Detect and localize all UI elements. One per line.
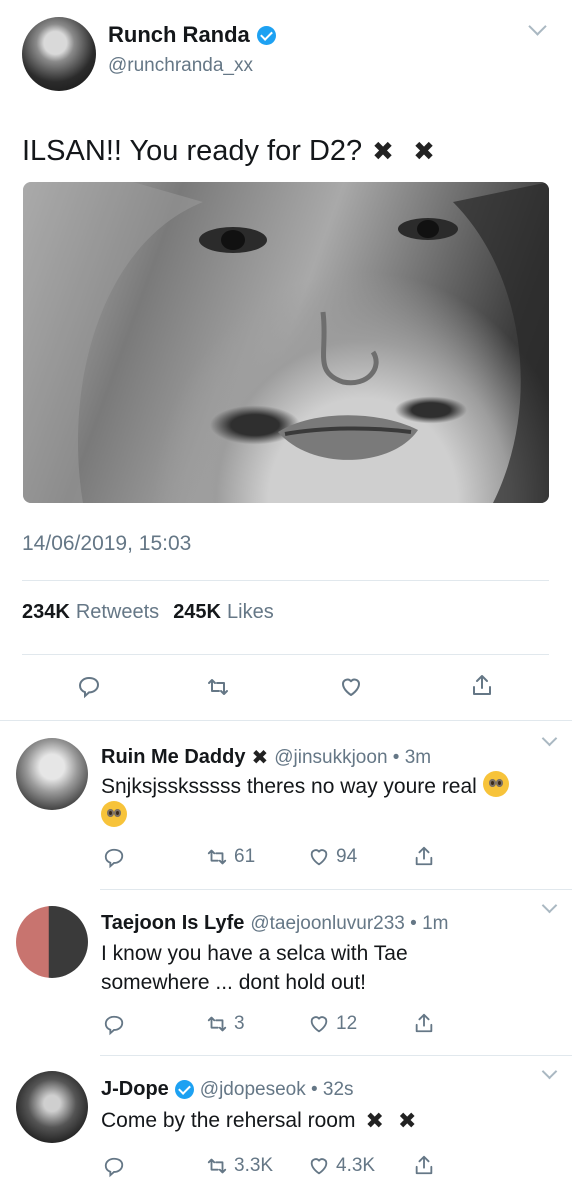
pleading-face-emoji-icon: [482, 771, 509, 797]
reply-header: Ruin Me Daddy ✖ @jinsukkjoon • 3m: [101, 745, 431, 770]
avatar[interactable]: [16, 738, 88, 810]
share-button[interactable]: [413, 845, 435, 867]
share-icon: [473, 675, 491, 695]
reply-button[interactable]: [103, 1014, 125, 1036]
likes-count: 245K: [173, 601, 221, 623]
chevron-down-icon[interactable]: [541, 1063, 558, 1080]
like-button[interactable]: 12: [308, 1013, 357, 1035]
like-button[interactable]: 4.3K: [308, 1155, 375, 1177]
divider: [100, 889, 572, 890]
reply-icon: [104, 848, 124, 869]
chevron-down-icon[interactable]: [528, 17, 547, 36]
retweet-icon: [206, 1155, 228, 1177]
share-icon: [415, 1013, 433, 1033]
tweet-photo[interactable]: [23, 182, 549, 503]
likes-label: Likes: [227, 601, 274, 623]
retweet-icon: [206, 1013, 228, 1035]
tweet-text-body: ILSAN!! You ready for D2?: [22, 135, 363, 167]
chevron-down-icon[interactable]: [541, 897, 558, 914]
reply-handle-time: @taejoonluvur233 • 1m: [250, 912, 449, 934]
retweet-button[interactable]: 61: [206, 846, 255, 868]
reply-handle-time: @jinsukkjoon • 3m: [274, 746, 432, 768]
reply-text: Snjksjssksssss theres no way youre real: [101, 771, 546, 831]
reply-header: J-Dope @jdopeseok • 32s: [101, 1078, 354, 1101]
heart-icon: [308, 846, 330, 868]
tweet-stats: 234K Retweets 245K Likes: [22, 601, 274, 624]
like-count: 12: [336, 1013, 358, 1034]
like-count: 4.3K: [336, 1155, 376, 1176]
tweet-text-emoji: ✖ ✖: [372, 136, 441, 166]
chevron-down-icon[interactable]: [541, 730, 558, 747]
heart-icon: [308, 1155, 330, 1177]
like-button[interactable]: 94: [308, 846, 357, 868]
retweet-button[interactable]: [206, 675, 230, 699]
share-icon: [415, 846, 433, 866]
reply-text-emoji: ✖ ✖: [365, 1108, 421, 1133]
avatar[interactable]: [16, 906, 88, 978]
share-button[interactable]: [413, 1012, 435, 1034]
retweet-count: 3.3K: [234, 1155, 274, 1176]
reply-button[interactable]: [103, 847, 125, 869]
retweet-icon: [208, 679, 228, 695]
reply-text-body: Come by the rehersal room: [101, 1109, 356, 1132]
share-button[interactable]: [413, 1154, 435, 1176]
reply-text-body: Snjksjssksssss theres no way youre real: [101, 775, 477, 798]
author-display-name: Runch Randa: [108, 22, 250, 47]
retweet-button[interactable]: 3.3K: [206, 1155, 273, 1177]
pleading-face-emoji-icon: [101, 801, 127, 827]
heart-icon: [342, 678, 360, 696]
author-avatar[interactable]: [22, 17, 96, 91]
reply-handle-time: @jdopeseok • 32s: [199, 1078, 354, 1100]
reply-author-name[interactable]: J-Dope: [101, 1078, 169, 1101]
reply-icon: [78, 676, 100, 699]
share-button[interactable]: [470, 673, 494, 697]
retweets-stat[interactable]: 234K Retweets: [22, 601, 159, 624]
reply-button[interactable]: [103, 1156, 125, 1178]
retweets-count: 234K: [22, 601, 70, 623]
retweet-button[interactable]: 3: [206, 1013, 245, 1035]
divider: [0, 720, 572, 721]
reply-header: Taejoon Is Lyfe @taejoonluvur233 • 1m: [101, 912, 448, 935]
tweet-timestamp: 14/06/2019, 15:03: [22, 532, 192, 555]
retweets-label: Retweets: [75, 601, 160, 623]
divider: [100, 1055, 572, 1056]
like-count: 94: [336, 846, 358, 867]
like-button[interactable]: [339, 675, 363, 699]
tweet-text: ILSAN!! You ready for D2? ✖ ✖: [22, 135, 441, 168]
retweet-count: 3: [234, 1013, 245, 1034]
verified-badge-icon: [174, 1080, 194, 1099]
retweet-count: 61: [234, 846, 256, 867]
reply-author-name[interactable]: Ruin Me Daddy: [101, 746, 245, 769]
reply-text: I know you have a selca with Tae somewhe…: [101, 942, 408, 994]
photo-illustration: [23, 182, 549, 503]
divider: [22, 654, 549, 655]
likes-stat[interactable]: 245K Likes: [173, 601, 274, 624]
divider: [22, 580, 549, 581]
reply-icon: [104, 1015, 124, 1036]
author-handle[interactable]: @runchranda_xx: [108, 55, 253, 77]
share-icon: [415, 1155, 433, 1175]
verified-badge-icon: [256, 25, 276, 45]
heart-icon: [308, 1013, 330, 1035]
avatar[interactable]: [16, 1071, 88, 1143]
reply-text: Come by the rehersal room ✖ ✖: [101, 1106, 546, 1135]
reply-icon: [104, 1157, 124, 1178]
author-name[interactable]: Runch Randa: [108, 22, 276, 48]
reply-author-emoji: ✖: [251, 747, 269, 769]
retweet-icon: [206, 846, 228, 868]
reply-author-name[interactable]: Taejoon Is Lyfe: [101, 912, 244, 935]
reply-button[interactable]: [77, 675, 101, 699]
